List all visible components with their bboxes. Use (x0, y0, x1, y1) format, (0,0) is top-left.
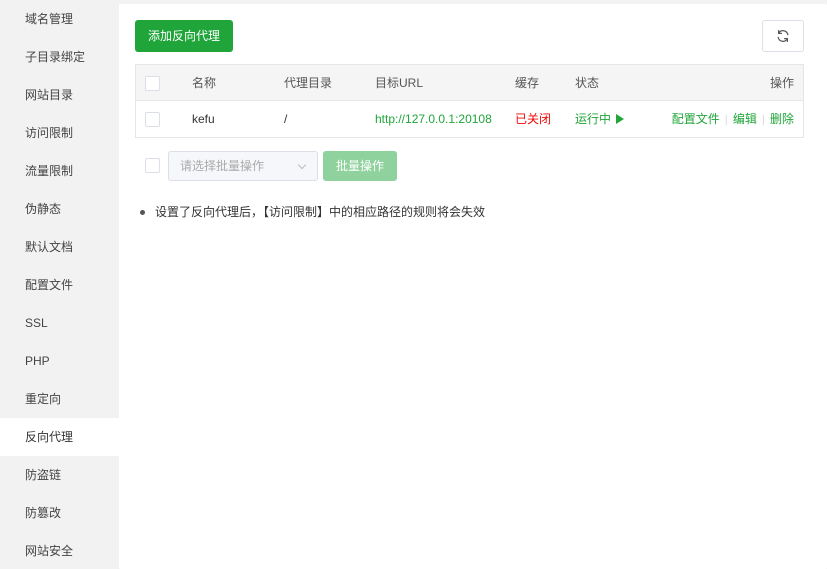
sidebar-item-security[interactable]: 网站安全 (0, 532, 119, 569)
sidebar-item-domain[interactable]: 域名管理 (0, 0, 119, 38)
row-url-link[interactable]: http://127.0.0.1:20108 (375, 101, 492, 137)
divider: | (761, 112, 765, 126)
row-actions: 配置文件 | 编辑 | 删除 (672, 101, 794, 137)
batch-operation-select[interactable]: 请选择批量操作 (168, 151, 318, 181)
sidebar-item-hotlink[interactable]: 防盗链 (0, 456, 119, 494)
batch-bar: 请选择批量操作 批量操作 (135, 151, 585, 181)
batch-select-placeholder: 请选择批量操作 (180, 159, 265, 173)
header-actions: 操作 (769, 76, 794, 90)
sidebar-item-php[interactable]: PHP (0, 342, 119, 380)
refresh-icon (777, 29, 789, 43)
sidebar-item-traffic-limit[interactable]: 流量限制 (0, 152, 119, 190)
row-status-label: 运行中 (575, 112, 612, 126)
bullet-icon (140, 210, 145, 215)
chevron-down-icon (297, 160, 307, 170)
header-name: 名称 (192, 76, 217, 90)
sidebar-item-default-doc[interactable]: 默认文档 (0, 228, 119, 266)
sidebar-item-access-limit[interactable]: 访问限制 (0, 114, 119, 152)
edit-link[interactable]: 编辑 (733, 112, 757, 126)
delete-link[interactable]: 删除 (770, 112, 794, 126)
notes-list: 设置了反向代理后，【访问限制】中的相应路径的规则将会失效 (139, 204, 485, 220)
row-cache-status[interactable]: 已关闭 (515, 101, 551, 137)
note-item: 设置了反向代理后，【访问限制】中的相应路径的规则将会失效 (139, 204, 485, 220)
sidebar-item-redirect[interactable]: 重定向 (0, 380, 119, 418)
sidebar-item-tamper[interactable]: 防篡改 (0, 494, 119, 532)
header-status: 状态 (575, 76, 600, 90)
config-file-link[interactable]: 配置文件 (672, 112, 720, 126)
table-row: kefu / http://127.0.0.1:20108 已关闭 运行中 配置… (136, 101, 803, 137)
play-icon (616, 114, 625, 124)
batch-operation-button[interactable]: 批量操作 (323, 151, 397, 181)
note-text: 设置了反向代理后，【访问限制】中的相应路径的规则将会失效 (155, 205, 486, 219)
header-dir: 代理目录 (284, 76, 333, 90)
sidebar-item-config[interactable]: 配置文件 (0, 266, 119, 304)
header-url: 目标URL (375, 76, 424, 90)
row-name: kefu (192, 112, 215, 126)
sidebar-item-rewrite[interactable]: 伪静态 (0, 190, 119, 228)
header-cache: 缓存 (515, 76, 540, 90)
sidebar-item-ssl[interactable]: SSL (0, 304, 119, 342)
row-run-status[interactable]: 运行中 (575, 101, 625, 137)
sidebar: 域名管理 子目录绑定 网站目录 访问限制 流量限制 伪静态 默认文档 配置文件 … (0, 0, 119, 569)
row-dir: / (284, 112, 288, 126)
batch-checkbox[interactable] (145, 158, 160, 173)
add-reverse-proxy-button[interactable]: 添加反向代理 (135, 20, 234, 52)
main-panel: 添加反向代理 名称 代理目录 目标URL 缓存 状态 操作 kefu / htt… (119, 4, 827, 569)
refresh-button[interactable] (762, 20, 804, 52)
proxy-table: 名称 代理目录 目标URL 缓存 状态 操作 kefu / http://127… (135, 64, 804, 138)
sidebar-item-site-dir[interactable]: 网站目录 (0, 76, 119, 114)
row-checkbox[interactable] (145, 112, 160, 127)
sidebar-item-reverse-proxy[interactable]: 反向代理 (0, 418, 119, 456)
select-all-checkbox[interactable] (145, 76, 160, 91)
sidebar-item-subdir[interactable]: 子目录绑定 (0, 38, 119, 76)
table-header: 名称 代理目录 目标URL 缓存 状态 操作 (136, 65, 803, 101)
divider: | (724, 112, 728, 126)
